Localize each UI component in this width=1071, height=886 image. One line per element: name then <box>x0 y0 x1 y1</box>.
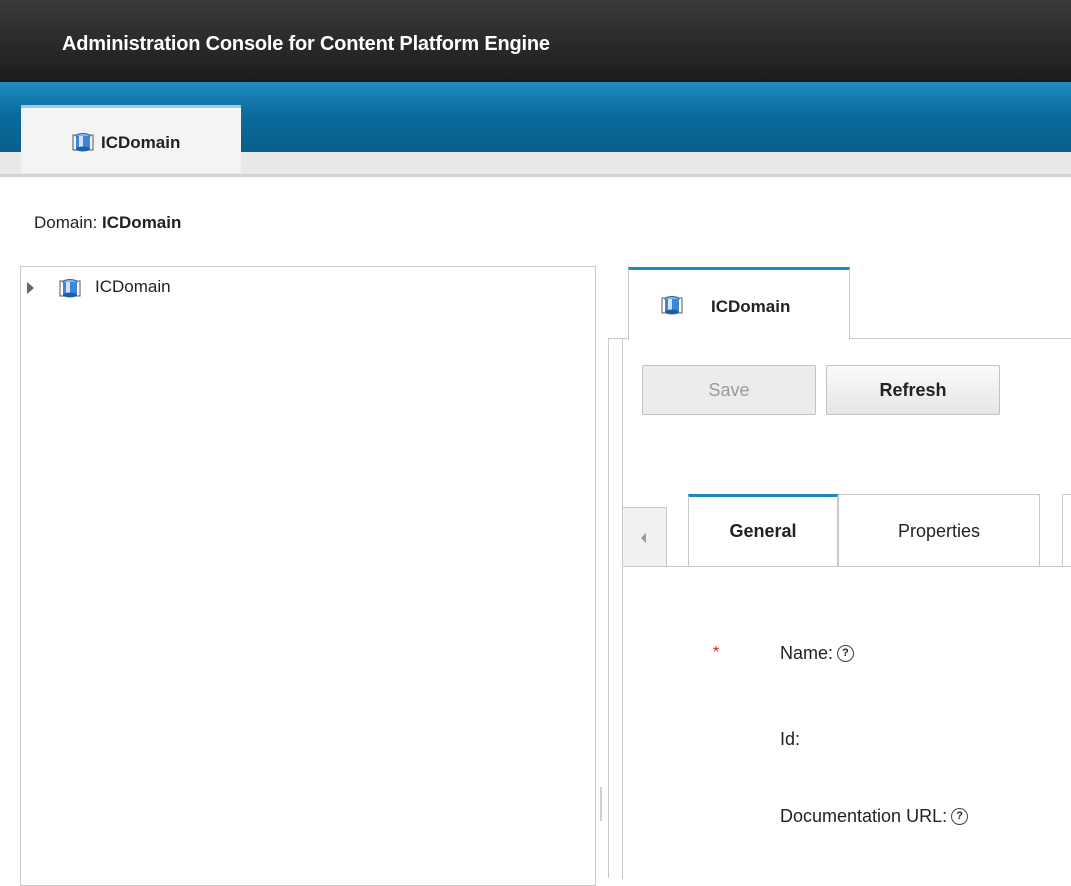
tab-icdomain[interactable]: ICDomain <box>21 105 241 173</box>
tab-general[interactable]: General <box>688 494 838 567</box>
expand-arrow-icon[interactable] <box>27 282 34 294</box>
breadcrumb-value: ICDomain <box>102 213 182 232</box>
divider <box>622 339 623 879</box>
breadcrumb: Domain: ICDomain <box>34 213 181 233</box>
help-icon[interactable]: ? <box>951 808 969 825</box>
subtabs-divider <box>622 566 1071 567</box>
documentation-url-label: Documentation URL: <box>780 806 948 826</box>
id-label: Id: <box>780 729 801 749</box>
domain-icon <box>72 132 94 157</box>
document-tab-label: ICDomain <box>711 297 791 316</box>
app-header: Administration Console for Content Platf… <box>0 0 1071 82</box>
app-title: Administration Console for Content Platf… <box>62 33 550 55</box>
documentation-url-field-label: Documentation URL:? <box>780 806 969 827</box>
tab-label: ICDomain <box>101 133 181 152</box>
tab-icdomain-document[interactable]: ICDomain <box>628 267 850 340</box>
pane-splitter[interactable] <box>600 787 602 821</box>
breadcrumb-prefix: Domain: <box>34 213 103 232</box>
name-field-label: Name:? <box>780 643 855 664</box>
help-icon[interactable]: ? <box>837 645 855 662</box>
domain-icon <box>661 295 683 320</box>
name-label: Name: <box>780 643 834 663</box>
navigation-tree: ICDomain <box>20 266 596 886</box>
id-field-label: Id: <box>780 729 800 750</box>
tree-item-label: ICDomain <box>95 277 171 296</box>
chevron-left-icon <box>641 533 646 543</box>
required-marker: * <box>713 644 720 661</box>
tab-properties[interactable]: Properties <box>838 494 1040 567</box>
refresh-button[interactable]: Refresh <box>826 365 1000 415</box>
save-button[interactable]: Save <box>642 365 816 415</box>
domain-icon <box>59 278 81 303</box>
tabs-scroll-left-button[interactable] <box>622 507 667 566</box>
detail-pane <box>608 338 1071 879</box>
tab-next-partial[interactable] <box>1062 494 1071 567</box>
